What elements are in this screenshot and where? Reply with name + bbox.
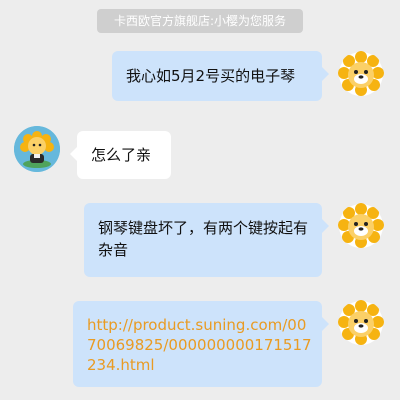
user-message-bubble[interactable]: 钢琴键盘坏了，有两个键按起有杂音: [84, 203, 329, 277]
lion-mascot-icon[interactable]: [338, 300, 384, 346]
lion-mascot-icon[interactable]: [338, 51, 384, 97]
user-link-bubble[interactable]: http://product.suning.com/0070069825/000…: [73, 301, 329, 387]
product-link[interactable]: http://product.suning.com/0070069825/000…: [87, 315, 312, 375]
message-text: 怎么了亲: [91, 146, 152, 164]
agent-mascot-icon[interactable]: [14, 126, 60, 172]
message-text: 钢琴键盘坏了，有两个键按起有杂音: [98, 219, 309, 259]
chat-system-notice: 卡西欧官方旗舰店:小樱为您服务: [97, 9, 303, 33]
user-message-bubble[interactable]: 我心如5月2号买的电子琴: [112, 51, 329, 101]
agent-message-bubble[interactable]: 怎么了亲: [70, 131, 171, 179]
lion-mascot-icon[interactable]: [338, 203, 384, 249]
message-text: 我心如5月2号买的电子琴: [126, 67, 296, 85]
